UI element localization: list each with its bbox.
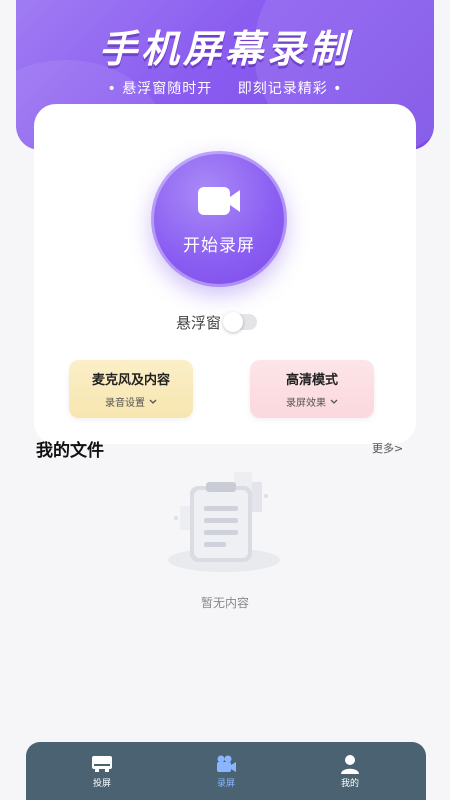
nav-label-profile: 我的 [340, 778, 359, 789]
floating-window-toggle[interactable] [223, 312, 258, 332]
hd-mode-title: 高清模式 [285, 373, 338, 388]
video-camera-icon [217, 755, 236, 772]
nav-label-cast: 投屏 [92, 778, 111, 789]
user-icon [341, 754, 359, 774]
subtitle-dot: • [107, 81, 117, 97]
hd-mode-card[interactable]: 高清模式 录屏效果 [250, 360, 374, 418]
microphone-title: 麦克风及内容 [91, 373, 170, 388]
app-subtitle: • 悬浮窗随时开 即刻记录精彩 • [16, 78, 434, 98]
nav-item-profile[interactable]: 我的 [330, 754, 370, 789]
nav-label-record: 录屏 [216, 778, 235, 789]
audio-settings-label: 录音设置 [105, 398, 145, 409]
empty-clipboard-icon [168, 472, 280, 572]
start-recording-label: 开始录屏 [183, 235, 255, 256]
floating-window-row: 悬浮窗 [176, 310, 258, 334]
recording-effect-label: 录屏效果 [286, 398, 326, 409]
video-camera-icon [198, 186, 240, 215]
hd-mode-subtitle: 录屏效果 [286, 394, 338, 409]
nav-item-cast[interactable]: 投屏 [82, 754, 122, 789]
bottom-navigation: 投屏 录屏 我的 [26, 742, 426, 800]
subtitle-right: 即刻记录精彩 [237, 81, 328, 97]
nav-item-record[interactable]: 录屏 [206, 754, 246, 789]
more-files-link[interactable]: 更多> [372, 440, 403, 456]
subtitle-dot: • [333, 81, 343, 97]
microphone-settings-card[interactable]: 麦克风及内容 录音设置 [69, 360, 193, 418]
my-files-heading: 我的文件 [36, 436, 104, 461]
empty-state-text: 暂无内容 [200, 596, 249, 610]
floating-window-label: 悬浮窗 [176, 313, 222, 332]
screen-cast-icon [92, 755, 112, 772]
screen: 手机屏幕录制 • 悬浮窗随时开 即刻记录精彩 • 开始录屏 悬浮窗 麦克风及内容… [0, 0, 450, 800]
microphone-subtitle: 录音设置 [105, 394, 157, 409]
app-title: 手机屏幕录制 [98, 27, 351, 71]
chevron-down-icon [149, 399, 157, 404]
my-files-title: 我的文件 [36, 441, 104, 461]
start-recording-button[interactable]: 开始录屏 [151, 151, 287, 287]
chevron-down-icon [330, 399, 338, 404]
subtitle-left: 悬浮窗随时开 [122, 81, 213, 97]
toggle-knob [223, 312, 244, 332]
